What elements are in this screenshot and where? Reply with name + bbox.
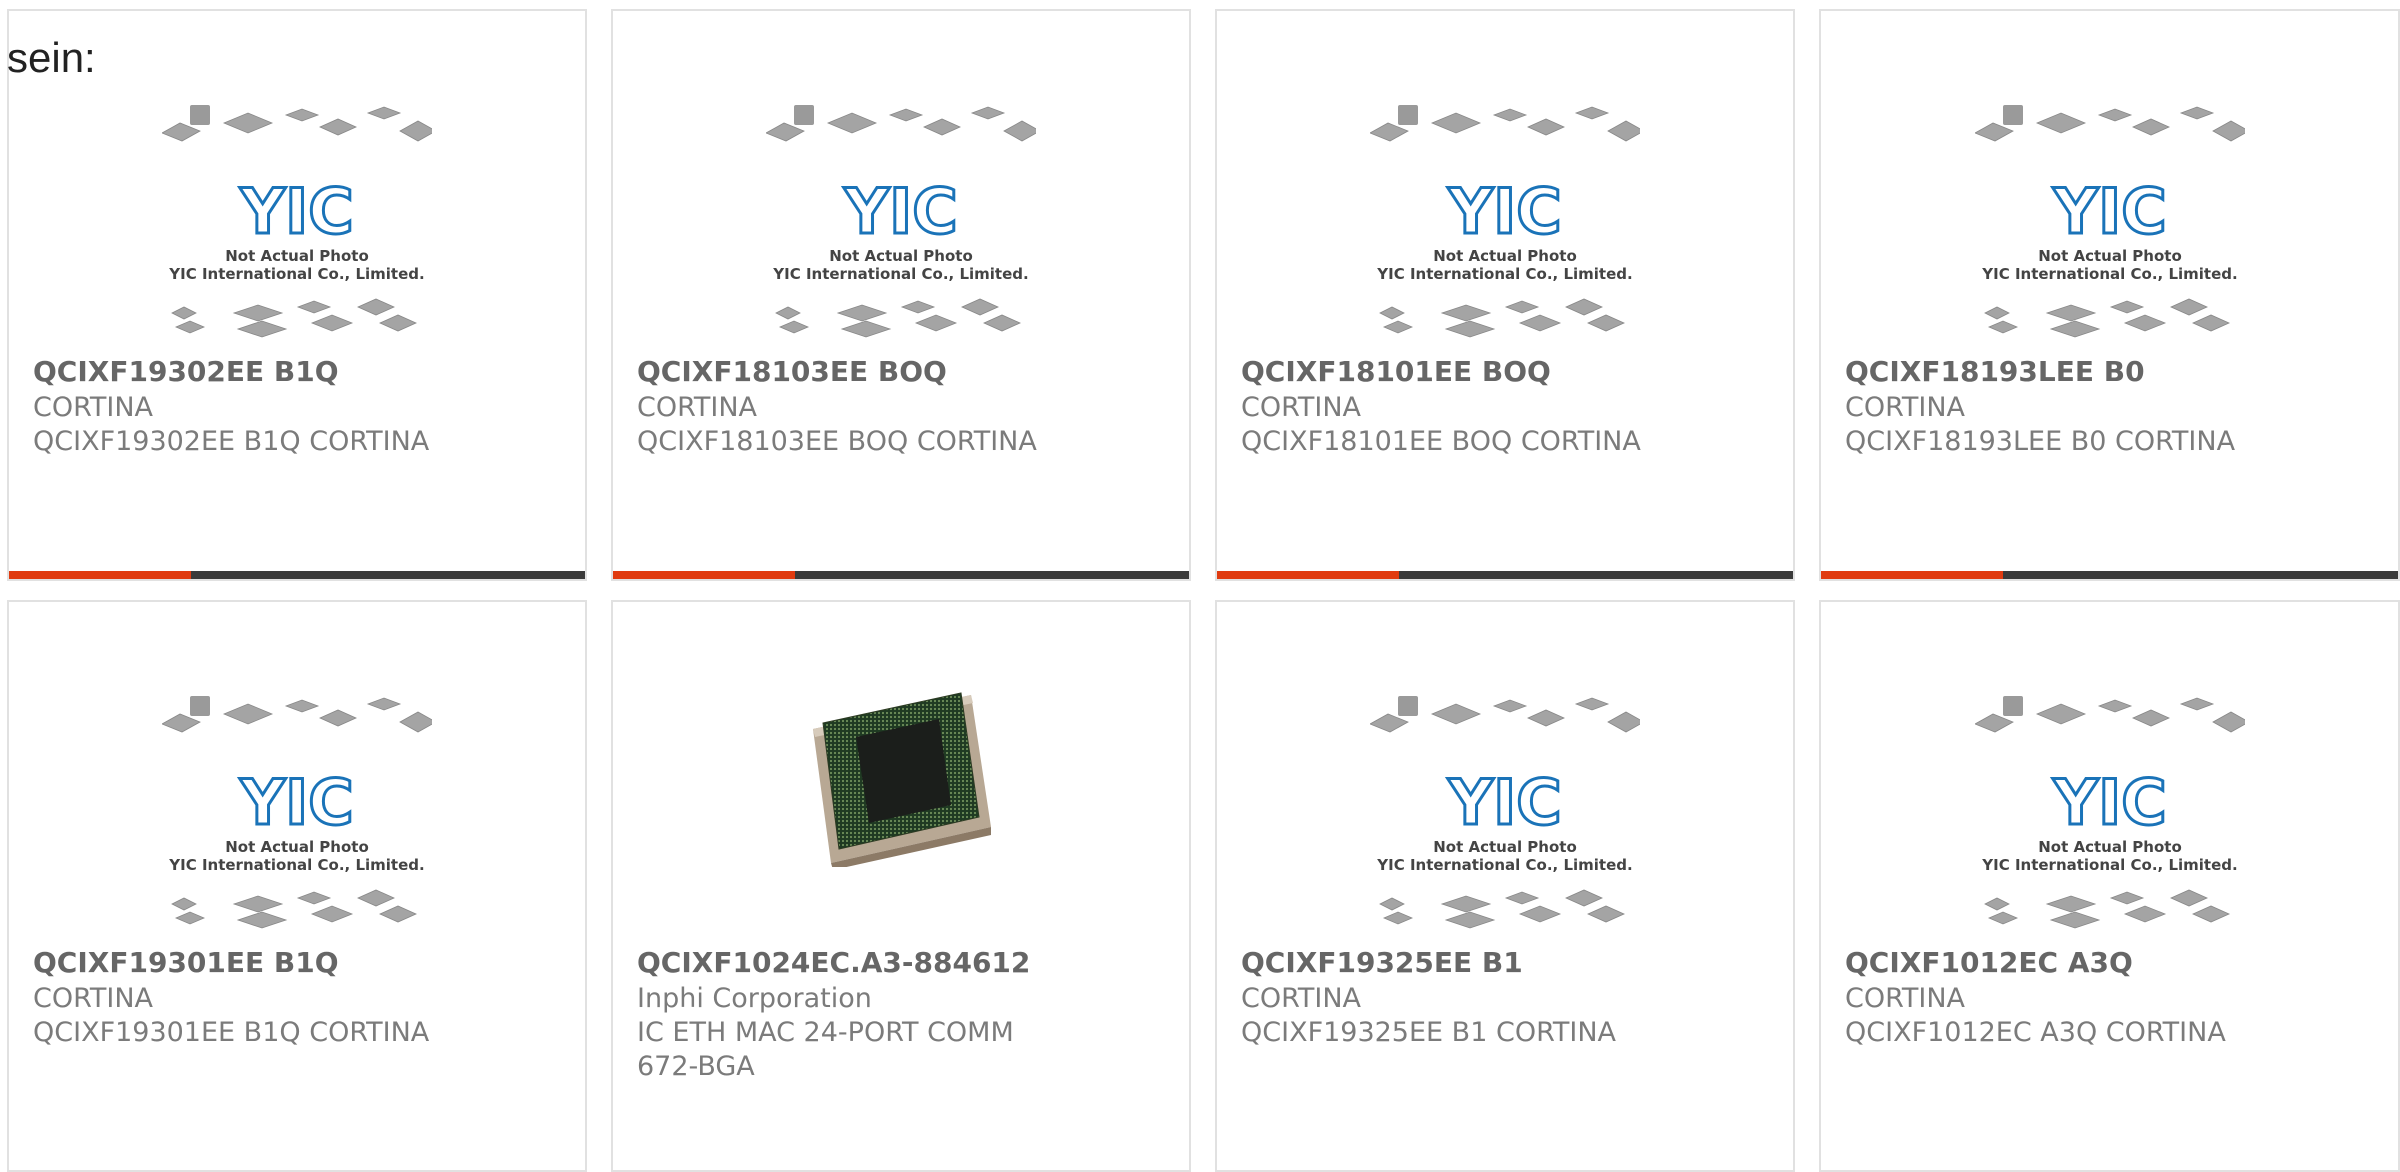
product-manufacturer: CORTINA <box>1845 983 1966 1014</box>
product-part-number[interactable]: QCIXF18193LEE B0 <box>1845 355 2328 389</box>
svg-text:YIC: YIC <box>843 175 957 248</box>
intro-text: sein: <box>7 34 96 81</box>
product-image-placeholder[interactable]: YIC Not Actual Photo YIC International Co.… <box>1974 692 2245 932</box>
yic-placeholder-graphic: YICNot Actual PhotoYIC International Co.… <box>162 692 432 932</box>
card-accent-bar <box>1217 571 1399 579</box>
card-accent-bar <box>1821 571 2003 579</box>
svg-text:Not Actual Photo: Not Actual Photo <box>1433 247 1577 265</box>
product-part-number[interactable]: QCIXF18101EE BOQ <box>1241 355 1723 389</box>
yic-placeholder-graphic: YICNot Actual PhotoYIC International Co.… <box>162 101 432 341</box>
card-accent-bar <box>613 571 795 579</box>
product-part-number[interactable]: QCIXF19325EE B1 <box>1241 946 1723 980</box>
product-card[interactable]: YIC Not Actual Photo YIC International Co.… <box>7 600 587 1172</box>
product-description: QCIXF19301EE B1Q CORTINA <box>33 1017 430 1048</box>
product-card[interactable]: YIC Not Actual Photo YIC International Co.… <box>1215 600 1795 1172</box>
yic-placeholder-graphic: YICNot Actual PhotoYIC International Co.… <box>1974 692 2245 932</box>
svg-text:YIC International Co., Limited: YIC International Co., Limited. <box>772 265 1028 283</box>
product-image-placeholder[interactable]: YIC Not Actual Photo YIC International Co.… <box>1370 101 1640 341</box>
bga-chip-icon <box>801 667 1001 867</box>
svg-text:Not Actual Photo: Not Actual Photo <box>2038 247 2182 265</box>
product-image-placeholder[interactable]: YIC Not Actual Photo YIC International Co.… <box>766 101 1036 341</box>
product-manufacturer: CORTINA <box>1241 392 1362 423</box>
product-image-placeholder[interactable]: YIC Not Actual Photo YIC International Co.… <box>1974 101 2245 341</box>
product-description: IC ETH MAC 24-PORT COMM 672-BGA <box>637 1017 1014 1082</box>
product-description: QCIXF19302EE B1Q CORTINA <box>33 426 430 457</box>
yic-placeholder-graphic: YICNot Actual PhotoYIC International Co.… <box>1370 101 1640 341</box>
svg-text:Not Actual Photo: Not Actual Photo <box>829 247 973 265</box>
product-card[interactable]: YIC Not Actual Photo YIC International Co.… <box>1215 9 1795 581</box>
product-card[interactable]: QCIXF1024EC.A3-884612 Inphi Corporation … <box>611 600 1191 1172</box>
yic-placeholder-graphic: YICNot Actual PhotoYIC International Co.… <box>1370 692 1640 932</box>
svg-text:YIC: YIC <box>239 175 353 248</box>
card-footer-bar <box>1821 571 2398 579</box>
card-footer-bar <box>613 571 1189 579</box>
product-card[interactable]: YIC Not Actual Photo YIC International Co.… <box>1819 9 2400 581</box>
product-manufacturer: CORTINA <box>33 392 154 423</box>
card-accent-bar <box>9 571 191 579</box>
product-description: QCIXF19325EE B1 CORTINA <box>1241 1017 1616 1048</box>
product-manufacturer: CORTINA <box>1845 392 1966 423</box>
product-part-number[interactable]: QCIXF19301EE B1Q <box>33 946 515 980</box>
svg-text:Not Actual Photo: Not Actual Photo <box>225 838 369 856</box>
product-part-number[interactable]: QCIXF19302EE B1Q <box>33 355 515 389</box>
yic-placeholder-graphic: YICNot Actual PhotoYIC International Co.… <box>1974 101 2245 341</box>
svg-text:YIC International Co., Limited: YIC International Co., Limited. <box>1981 856 2237 874</box>
card-footer-bar <box>9 571 585 579</box>
svg-text:YIC International Co., Limited: YIC International Co., Limited. <box>1981 265 2237 283</box>
product-description: QCIXF18103EE BOQ CORTINA <box>637 426 1037 457</box>
product-image-placeholder[interactable]: YIC Not Actual Photo YIC International Co.… <box>162 692 432 932</box>
product-description: QCIXF18193LEE B0 CORTINA <box>1845 426 2236 457</box>
product-manufacturer: CORTINA <box>1241 983 1362 1014</box>
product-manufacturer: CORTINA <box>33 983 154 1014</box>
svg-text:YIC International Co., Limited: YIC International Co., Limited. <box>1376 265 1632 283</box>
product-part-number[interactable]: QCIXF1024EC.A3-884612 <box>637 946 1119 980</box>
product-image-placeholder[interactable]: YIC Not Actual Photo YIC International Co.… <box>1370 692 1640 932</box>
svg-text:YIC International Co., Limited: YIC International Co., Limited. <box>1376 856 1632 874</box>
product-description: QCIXF1012EC A3Q CORTINA <box>1845 1017 2226 1048</box>
product-manufacturer: Inphi Corporation <box>637 983 872 1014</box>
product-manufacturer: CORTINA <box>637 392 758 423</box>
svg-text:YIC: YIC <box>239 766 353 839</box>
svg-text:YIC: YIC <box>2052 175 2166 248</box>
product-card[interactable]: YIC Not Actual Photo YIC International Co.… <box>1819 600 2400 1172</box>
product-description: QCIXF18101EE BOQ CORTINA <box>1241 426 1641 457</box>
svg-text:YIC International Co., Limited: YIC International Co., Limited. <box>168 265 424 283</box>
product-card[interactable]: YIC Not Actual Photo YIC International Co.… <box>7 9 587 581</box>
svg-text:YIC International Co., Limited: YIC International Co., Limited. <box>168 856 424 874</box>
product-image-placeholder[interactable]: YIC Not Actual Photo YIC International Co.… <box>162 101 432 341</box>
product-part-number[interactable]: QCIXF1012EC A3Q <box>1845 946 2328 980</box>
yic-placeholder-graphic: YICNot Actual PhotoYIC International Co.… <box>766 101 1036 341</box>
product-part-number[interactable]: QCIXF18103EE BOQ <box>637 355 1119 389</box>
svg-text:YIC: YIC <box>2052 766 2166 839</box>
svg-text:Not Actual Photo: Not Actual Photo <box>2038 838 2182 856</box>
card-footer-bar <box>1217 571 1793 579</box>
svg-text:Not Actual Photo: Not Actual Photo <box>225 247 369 265</box>
product-card[interactable]: YIC Not Actual Photo YIC International Co.… <box>611 9 1191 581</box>
svg-text:YIC: YIC <box>1447 175 1561 248</box>
svg-text:YIC: YIC <box>1447 766 1561 839</box>
svg-text:Not Actual Photo: Not Actual Photo <box>1433 838 1577 856</box>
product-image-bga-chip[interactable] <box>801 667 1001 867</box>
